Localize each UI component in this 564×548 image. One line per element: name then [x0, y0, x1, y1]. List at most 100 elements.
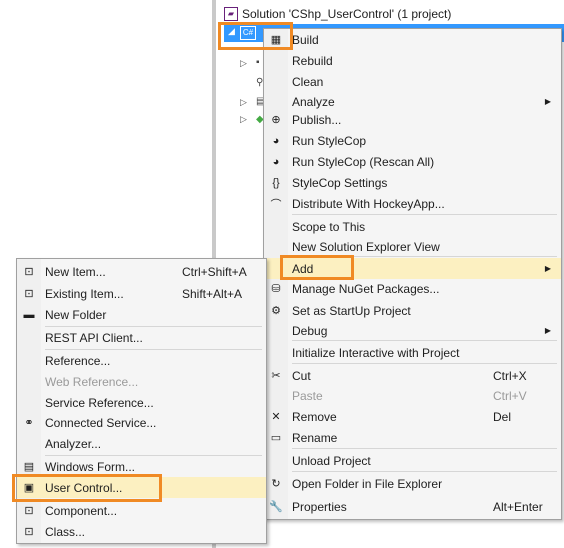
menu-separator: [292, 471, 557, 472]
menu-item-label: Analyzer...: [45, 436, 102, 451]
menu-item-label: Paste: [292, 388, 323, 403]
submenu-arrow-icon: ▶: [544, 264, 551, 273]
submenu-arrow-icon: ▶: [544, 326, 551, 335]
menu-item-label: Distribute With HockeyApp...: [292, 196, 445, 211]
menu-item-paste[interactable]: Paste Ctrl+V: [264, 385, 561, 406]
menu-item-run-stylecop[interactable]: ◕ Run StyleCop: [264, 130, 561, 151]
menu-item-label: Existing Item...: [45, 286, 124, 301]
menu-item-shortcut: Alt+Enter: [493, 499, 543, 514]
menu-separator: [45, 326, 262, 327]
menu-item-label: Properties: [292, 499, 347, 514]
menu-item-distribute-with-hockeyapp[interactable]: ⌒ Distribute With HockeyApp...: [264, 193, 561, 214]
remove-icon: ✕: [271, 411, 281, 423]
menu-item-shortcut: Ctrl+X: [493, 368, 527, 383]
menu-separator: [292, 363, 557, 364]
menu-item-label: StyleCop Settings: [292, 175, 388, 190]
menu-item-label: New Folder: [45, 307, 107, 322]
menu-item-label: Manage NuGet Packages...: [292, 281, 440, 296]
menu-item-shortcut: Ctrl+V: [493, 388, 527, 403]
windows-form-icon: ▤: [23, 461, 35, 473]
menu-item-label: Initialize Interactive with Project: [292, 345, 460, 360]
menu-item-label: REST API Client...: [45, 330, 143, 345]
folder-icon: ▬: [23, 308, 35, 321]
menu-item-cut[interactable]: ✂ Cut Ctrl+X: [264, 365, 561, 386]
menu-item-label: Set as StartUp Project: [292, 303, 411, 318]
menu-item-label: Build: [292, 32, 319, 47]
menu-item-label: Publish...: [292, 112, 342, 127]
menu-item-manage-nuget-packages[interactable]: ⛁ Manage NuGet Packages...: [264, 278, 561, 299]
menu-item-initialize-interactive-with-project[interactable]: Initialize Interactive with Project: [264, 342, 561, 363]
menu-item-shortcut: Shift+Alt+A: [182, 286, 243, 301]
menu-item-label: Clean: [292, 74, 324, 89]
menu-item-label: Service Reference...: [45, 395, 154, 410]
menu-separator: [45, 349, 262, 350]
menu-item-shortcut: Del: [493, 409, 512, 424]
menu-item-web-reference[interactable]: Web Reference...: [17, 371, 266, 392]
tree-expand-icon[interactable]: ▷: [240, 58, 247, 69]
menu-item-service-reference[interactable]: Service Reference...: [17, 392, 266, 413]
menu-item-unload-project[interactable]: Unload Project: [264, 450, 561, 471]
menu-item-debug[interactable]: Debug ▶: [264, 320, 561, 341]
menu-item-scope-to-this[interactable]: Scope to This: [264, 216, 561, 237]
connected-service-icon: ⚭: [24, 417, 34, 429]
menu-item-class[interactable]: ⊡ Class...: [17, 521, 266, 542]
stylecop-rescan-icon: ◕: [272, 155, 280, 168]
menu-item-reference[interactable]: Reference...: [17, 350, 266, 371]
solution-icon: ▰: [224, 7, 238, 21]
menu-item-existing-item[interactable]: ⊡ Existing Item... Shift+Alt+A: [17, 283, 266, 304]
menu-item-build[interactable]: ▦ Build: [264, 29, 561, 50]
submenu-arrow-icon: ▶: [544, 97, 551, 106]
menu-item-label: Connected Service...: [45, 415, 157, 430]
menu-item-publish[interactable]: ⊕ Publish...: [264, 109, 561, 130]
publish-icon: ⊕: [271, 114, 281, 126]
menu-item-properties[interactable]: 🔧 Properties Alt+Enter: [264, 496, 561, 517]
menu-item-new-solution-explorer-view[interactable]: New Solution Explorer View: [264, 236, 561, 257]
tree-expand-icon[interactable]: ▷: [240, 97, 247, 108]
menu-item-run-stylecop-rescan-all[interactable]: ◕ Run StyleCop (Rescan All): [264, 151, 561, 172]
menu-item-set-as-startup-project[interactable]: ⚙ Set as StartUp Project: [264, 300, 561, 321]
settings-braces-icon: {}: [272, 176, 280, 189]
menu-item-label: Remove: [292, 409, 337, 424]
menu-item-label: Reference...: [45, 353, 111, 368]
menu-item-rest-api-client[interactable]: REST API Client...: [17, 327, 266, 348]
scissors-icon: ✂: [271, 370, 281, 382]
solution-title: Solution 'CShp_UserControl' (1 project): [242, 7, 452, 21]
nuget-icon: ⛁: [271, 283, 281, 295]
menu-item-label: Run StyleCop: [292, 133, 367, 148]
menu-item-remove[interactable]: ✕ Remove Del: [264, 406, 561, 427]
menu-separator: [292, 214, 557, 215]
menu-item-label: Web Reference...: [45, 374, 139, 389]
menu-item-label: Analyze: [292, 94, 335, 109]
menu-item-clean[interactable]: Clean: [264, 71, 561, 92]
menu-item-analyzer[interactable]: Analyzer...: [17, 433, 266, 454]
menu-item-label: Unload Project: [292, 453, 371, 468]
wrench-icon: 🔧: [269, 501, 283, 513]
menu-separator: [45, 455, 262, 456]
menu-item-label: Cut: [292, 368, 311, 383]
component-icon: ⊡: [24, 505, 34, 517]
menu-item-label: Rebuild: [292, 53, 333, 68]
menu-separator: [292, 340, 557, 341]
new-item-icon: ⊡: [24, 266, 34, 278]
menu-item-rename[interactable]: ▭ Rename: [264, 427, 561, 448]
menu-item-component[interactable]: ⊡ Component...: [17, 500, 266, 521]
gear-icon: ⚙: [271, 305, 281, 317]
rename-icon: ▭: [270, 432, 282, 444]
tree-expand-icon[interactable]: ▷: [240, 114, 247, 125]
properties-node-icon: ▪: [256, 57, 260, 68]
menu-item-new-folder[interactable]: ▬ New Folder: [17, 304, 266, 325]
menu-item-new-item[interactable]: ⊡ New Item... Ctrl+Shift+A: [17, 261, 266, 282]
highlight-box-add: [280, 255, 354, 280]
menu-item-label: Scope to This: [292, 219, 366, 234]
menu-item-open-folder-in-file-explorer[interactable]: ↻ Open Folder in File Explorer: [264, 473, 561, 494]
solution-node[interactable]: ▰ Solution 'CShp_UserControl' (1 project…: [224, 5, 451, 23]
menu-item-rebuild[interactable]: Rebuild: [264, 50, 561, 71]
menu-item-label: New Item...: [45, 264, 106, 279]
menu-item-connected-service[interactable]: ⚭ Connected Service...: [17, 412, 266, 433]
menu-item-label: Open Folder in File Explorer: [292, 476, 443, 491]
menu-item-label: Windows Form...: [45, 459, 136, 474]
highlight-box-project-icon: [218, 22, 293, 50]
menu-item-label: Component...: [45, 503, 118, 518]
menu-item-stylecop-settings[interactable]: {} StyleCop Settings: [264, 172, 561, 193]
menu-item-label: Run StyleCop (Rescan All): [292, 154, 435, 169]
